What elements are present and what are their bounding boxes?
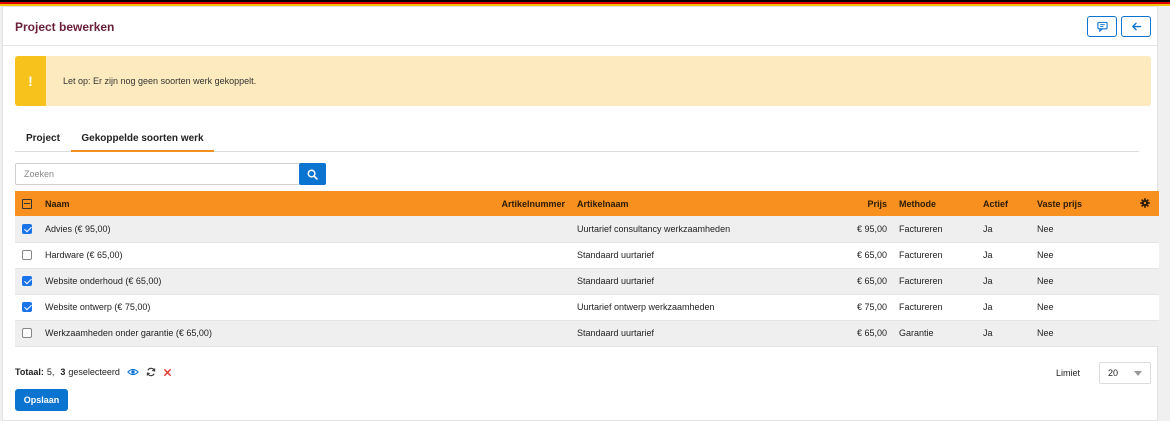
cell-artikelnummer [477,320,571,347]
cell-artikelnummer [477,268,571,295]
column-settings-button[interactable] [1131,191,1159,216]
cell-empty [1131,242,1159,269]
table-row[interactable]: Advies (€ 95,00) Uurtarief consultancy we… [15,216,1159,243]
row-checkbox[interactable] [22,250,32,261]
cell-artikelnaam: Uurtarief consultancy werkzaamheden [571,216,831,243]
cell-empty [1131,216,1159,243]
eye-icon [127,368,139,376]
limit-label: Limiet [1056,368,1081,378]
column-header-actief[interactable]: Actief [977,191,1031,216]
total-count: 5, [46,367,55,377]
cell-artikelnaam: Uurtarief ontwerp werkzaamheden [571,294,831,321]
view-selected-button[interactable] [127,367,139,377]
back-button[interactable] [1121,16,1151,37]
column-header-artikelnaam[interactable]: Artikelnaam [571,191,831,216]
save-button[interactable]: Opslaan [15,389,68,411]
cell-select [15,268,39,295]
cell-select [15,320,39,347]
cell-prijs: € 65,00 [831,320,893,347]
cell-vaste-prijs: Nee [1031,216,1131,243]
table-row[interactable]: Werkzaamheden onder garantie (€ 65,00) St… [15,320,1159,347]
search-icon [307,169,318,180]
cell-artikelnaam: Standaard uurtarief [571,242,831,269]
cell-select [15,216,39,243]
column-header-vaste-prijs[interactable]: Vaste prijs [1031,191,1131,216]
comment-icon [1096,21,1108,32]
close-icon [164,368,171,376]
tab-bar: Project Gekoppelde soorten werk [15,130,1139,152]
cell-empty [1131,294,1159,321]
cell-artikelnaam: Standaard uurtarief [571,268,831,295]
row-checkbox[interactable] [22,224,32,235]
refresh-button[interactable] [146,367,156,377]
cell-select [15,242,39,269]
work-types-table: Naam Artikelnummer Artikelnaam Prijs Met… [15,191,1159,347]
cell-artikelnummer [477,216,571,243]
cell-methode: Factureren [893,294,977,321]
warning-alert: ! Let op: Er zijn nog geen soorten werk … [15,56,1151,106]
table-row[interactable]: Website onderhoud (€ 65,00) Standaard uur… [15,268,1159,295]
tab-project[interactable]: Project [26,133,60,144]
refresh-icon [146,367,156,377]
table-footer: Totaal: 5, 3 geselecteerd [15,367,172,377]
cell-prijs: € 65,00 [831,242,893,269]
select-all-checkbox[interactable] [22,198,32,209]
cell-methode: Garantie [893,320,977,347]
column-header-prijs[interactable]: Prijs [831,191,893,216]
cell-naam: Website ontwerp (€ 75,00) [39,294,477,321]
cell-actief: Ja [977,320,1031,347]
cell-methode: Factureren [893,268,977,295]
cell-methode: Factureren [893,216,977,243]
cell-naam: Werkzaamheden onder garantie (€ 65,00) [39,320,477,347]
selected-count: 3 [60,367,66,377]
arrow-left-icon [1131,22,1141,31]
table-header-row: Naam Artikelnummer Artikelnaam Prijs Met… [15,191,1159,216]
row-checkbox[interactable] [22,328,32,339]
alert-message: Let op: Er zijn nog geen soorten werk ge… [63,76,257,86]
cell-naam: Hardware (€ 65,00) [39,242,477,269]
gear-icon [1140,197,1150,208]
limit-select[interactable]: 20 [1099,362,1151,384]
row-checkbox[interactable] [22,276,32,287]
search-input[interactable] [15,163,300,185]
search-button[interactable] [299,163,326,185]
cell-vaste-prijs: Nee [1031,294,1131,321]
row-checkbox[interactable] [22,302,32,313]
page-title: Project bewerken [15,20,115,34]
table-row[interactable]: Hardware (€ 65,00) Standaard uurtarief € 6… [15,242,1159,269]
cell-prijs: € 65,00 [831,268,893,295]
cell-vaste-prijs: Nee [1031,242,1131,269]
column-header-naam[interactable]: Naam [39,191,477,216]
tab-linked-work-types[interactable]: Gekoppelde soorten werk [71,133,214,152]
cell-actief: Ja [977,242,1031,269]
cell-methode: Factureren [893,242,977,269]
cell-vaste-prijs: Nee [1031,268,1131,295]
cell-empty [1131,268,1159,295]
table-row[interactable]: Website ontwerp (€ 75,00) Uurtarief ontwe… [15,294,1159,321]
cell-actief: Ja [977,216,1031,243]
edit-project-panel: Project bewerken ! Let op: Er zijn nog g… [2,6,1159,421]
cell-actief: Ja [977,268,1031,295]
comment-button[interactable] [1087,16,1117,37]
cell-prijs: € 75,00 [831,294,893,321]
cell-vaste-prijs: Nee [1031,320,1131,347]
column-header-methode[interactable]: Methode [893,191,977,216]
cell-naam: Advies (€ 95,00) [39,216,477,243]
selected-label: geselecteerd [68,367,120,377]
cell-artikelnummer [477,242,571,269]
column-header-artikelnummer[interactable]: Artikelnummer [477,191,571,216]
clear-selection-button[interactable] [163,368,172,377]
cell-select [15,294,39,321]
cell-actief: Ja [977,294,1031,321]
cell-prijs: € 95,00 [831,216,893,243]
panel-header: Project bewerken [3,7,1157,46]
limit-value: 20 [1108,368,1119,378]
cell-naam: Website onderhoud (€ 65,00) [39,268,477,295]
cell-artikelnaam: Standaard uurtarief [571,320,831,347]
cell-artikelnummer [477,294,571,321]
total-label: Totaal: [15,367,44,377]
chevron-down-icon [1134,371,1142,376]
exclamation-icon: ! [15,56,46,106]
cell-empty [1131,320,1159,347]
